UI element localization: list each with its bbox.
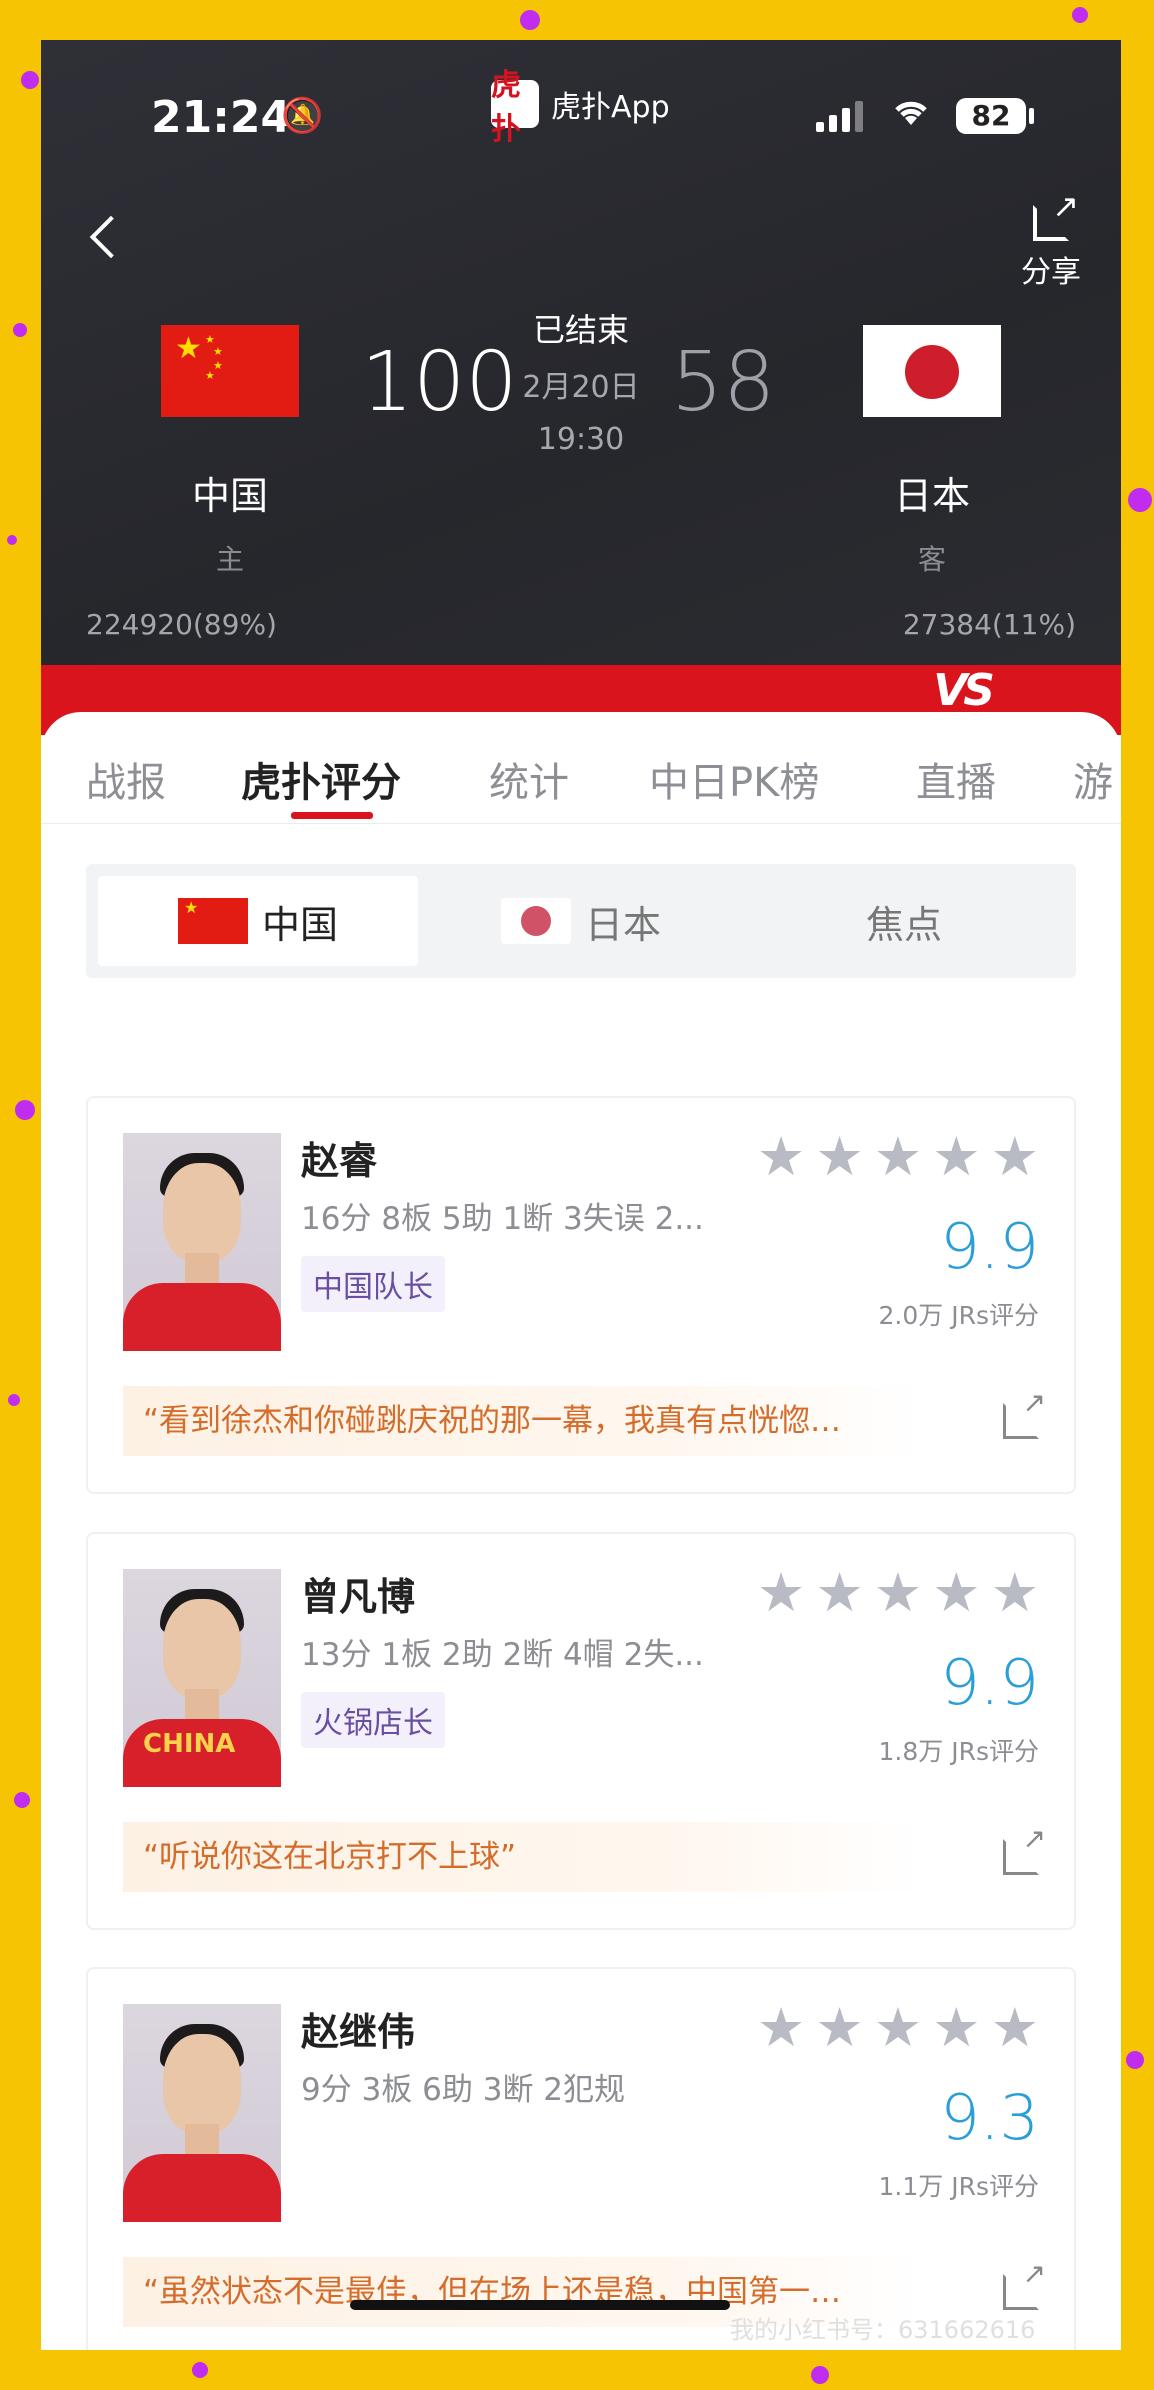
player-card[interactable]: 赵继伟 9分 3板 6助 3断 2犯规 ★ ★ ★ ★ ★ 9.3 1.1万 JRs评分…	[86, 1967, 1076, 2350]
segment-japan-label: 日本	[584, 902, 661, 947]
player-stats: 13分 1板 2助 2断 4帽 2失...	[301, 1637, 704, 1673]
match-status: 已结束	[532, 311, 629, 349]
match-time: 19:30	[537, 422, 625, 457]
watermark: 我的小红书号：631662616	[730, 2316, 1036, 2344]
player-name: 赵继伟	[301, 2010, 416, 2054]
segment-china[interactable]: ★ 中国	[98, 876, 418, 966]
tab-game[interactable]: 游	[1073, 750, 1113, 808]
jersey-text: CHINA	[143, 1729, 236, 1759]
rating-count: 1.8万 JRs评分	[878, 1737, 1039, 1766]
player-stats: 16分 8板 5助 1断 3失误 2...	[301, 1201, 704, 1237]
external-link-icon[interactable]	[1003, 1386, 1046, 1439]
star-icon: ★	[815, 1125, 864, 1188]
star-icon: ★	[873, 1561, 923, 1624]
star-icon: ★	[756, 1996, 806, 2059]
segment-focus[interactable]: 焦点	[744, 876, 1064, 966]
signal-icon	[816, 100, 863, 132]
battery-indicator: 82	[956, 98, 1026, 134]
top-comment[interactable]: “看到徐杰和你碰跳庆祝的那一幕，我真有点恍惚…	[123, 1386, 923, 1456]
home-support-count: 224920(89%)	[86, 608, 277, 641]
star-icon: ★	[815, 1996, 864, 2059]
player-rating: 9.9	[940, 1646, 1039, 1719]
star-icon: ★	[756, 1125, 806, 1188]
phone-screen: 21:24 🔕 虎扑 虎扑App 82 分享 ★ ★ ★ ★ ★	[41, 40, 1121, 2350]
player-name: 曾凡博	[301, 1575, 416, 1619]
china-flag-icon: ★ ★ ★ ★ ★	[161, 325, 299, 417]
star-icon: ★	[932, 1996, 981, 2059]
star-icon: ★	[873, 1996, 923, 2059]
star-icon: ★	[990, 1996, 1039, 2059]
rating-count: 1.1万 JRs评分	[878, 2172, 1039, 2201]
star-icon: ★	[756, 1561, 806, 1624]
segment-focus-label: 焦点	[865, 902, 942, 947]
top-comment[interactable]: “听说你这在北京打不上球”	[123, 1822, 923, 1892]
vs-label: VS	[933, 665, 995, 716]
rating-stars[interactable]: ★ ★ ★ ★ ★	[757, 1130, 1039, 1184]
wifi-icon	[891, 92, 931, 136]
home-score: 100	[361, 335, 518, 430]
status-time: 21:24	[151, 92, 292, 143]
home-role-label: 主	[215, 543, 244, 576]
tab-report[interactable]: 战报	[86, 750, 166, 808]
away-score: 58	[671, 335, 776, 430]
content-panel: 战报 虎扑评分 统计 中日PK榜 直播 游 ★ 中国 日本 焦点 赵睿 16分 …	[41, 712, 1121, 2350]
star-icon: ★	[990, 1561, 1039, 1624]
player-rating: 9.3	[940, 2081, 1039, 2154]
player-tag: 火锅店长	[301, 1692, 445, 1748]
team-segment-control: ★ 中国 日本 焦点	[86, 864, 1076, 978]
share-icon	[1033, 187, 1079, 241]
player-name: 赵睿	[301, 1139, 378, 1183]
away-support-count: 27384(11%)	[902, 608, 1076, 641]
player-avatar	[123, 2004, 281, 2222]
tab-live[interactable]: 直播	[916, 750, 996, 808]
tab-pk-rank[interactable]: 中日PK榜	[649, 750, 819, 808]
star-icon: ★	[873, 1125, 923, 1188]
player-avatar	[123, 1133, 281, 1351]
rating-count: 2.0万 JRs评分	[878, 1301, 1039, 1330]
star-icon: ★	[932, 1125, 981, 1188]
external-link-icon[interactable]	[1003, 2257, 1046, 2310]
tab-hupu-rating[interactable]: 虎扑评分	[241, 750, 401, 808]
back-arrow-icon[interactable]	[89, 215, 133, 259]
tab-bar: 战报 虎扑评分 统计 中日PK榜 直播 游	[41, 712, 1121, 824]
battery-tip	[1029, 108, 1034, 124]
star-icon: ★	[815, 1561, 864, 1624]
star-icon: ★	[932, 1561, 981, 1624]
player-tag: 中国队长	[301, 1256, 445, 1312]
segment-china-label: 中国	[261, 902, 338, 947]
mute-bell-icon: 🔕	[281, 96, 324, 136]
japan-flag-icon	[500, 898, 571, 944]
status-bar: 21:24 🔕 虎扑 虎扑App 82	[41, 40, 1121, 160]
player-card[interactable]: 赵睿 16分 8板 5助 1断 3失误 2... 中国队长 ★ ★ ★ ★ ★ 9.9 …	[86, 1096, 1076, 1494]
external-link-icon[interactable]	[1003, 1822, 1046, 1875]
rating-stars[interactable]: ★ ★ ★ ★ ★	[757, 1566, 1039, 1620]
away-team-name[interactable]: 日本	[832, 465, 1032, 520]
active-tab-indicator	[291, 812, 373, 819]
segment-japan[interactable]: 日本	[421, 876, 741, 966]
share-label: 分享	[1021, 255, 1081, 290]
home-indicator	[350, 2300, 730, 2310]
player-card[interactable]: CHINA 曾凡博 13分 1板 2助 2断 4帽 2失... 火锅店长 ★ ★ ★…	[86, 1532, 1076, 1930]
away-role-label: 客	[917, 543, 946, 576]
share-button[interactable]: 分享	[1011, 187, 1091, 291]
match-header: 21:24 🔕 虎扑 虎扑App 82 分享 ★ ★ ★ ★ ★	[41, 40, 1121, 665]
player-avatar: CHINA	[123, 1569, 281, 1787]
app-name: 虎扑App	[551, 90, 670, 125]
app-logo-icon: 虎扑	[491, 68, 539, 147]
app-indicator: 虎扑 虎扑App	[491, 68, 670, 147]
player-rating: 9.9	[940, 1210, 1039, 1283]
china-flag-icon: ★	[177, 898, 248, 944]
home-team-name[interactable]: 中国	[130, 465, 330, 520]
star-icon: ★	[990, 1125, 1039, 1188]
japan-flag-icon	[863, 325, 1001, 417]
rating-stars[interactable]: ★ ★ ★ ★ ★	[757, 2001, 1039, 2055]
tab-stats[interactable]: 统计	[489, 750, 569, 808]
match-date: 2月20日	[522, 370, 640, 405]
player-stats: 9分 3板 6助 3断 2犯规	[301, 2072, 626, 2108]
